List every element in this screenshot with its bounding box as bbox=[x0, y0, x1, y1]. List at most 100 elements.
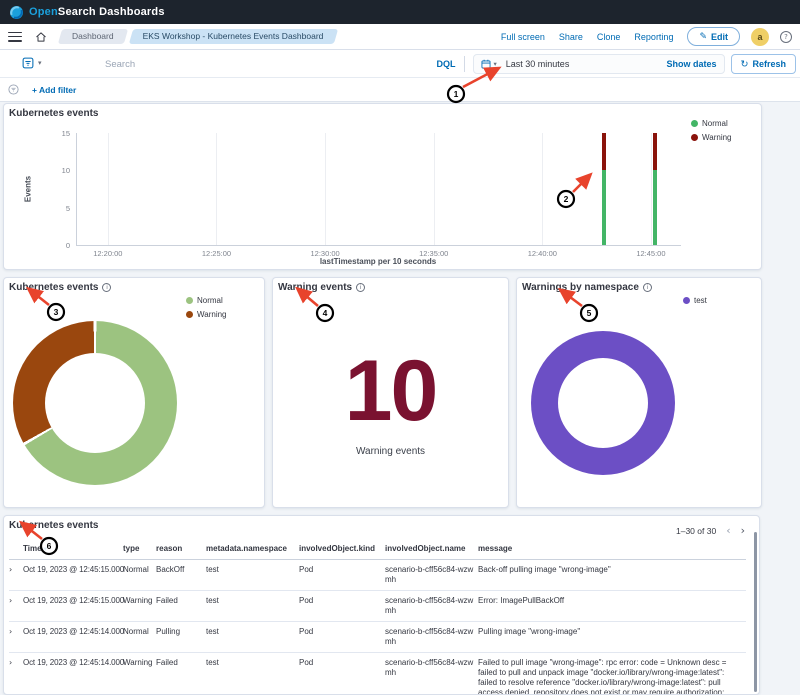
namespace-donut-chart[interactable] bbox=[531, 331, 675, 475]
panel-warning-events-metric: Warning events i 10 Warning events bbox=[272, 277, 509, 508]
table-row: ›Oct 19, 2023 @ 12:45:15.000WarningFaile… bbox=[9, 591, 746, 622]
panel-title[interactable]: Kubernetes events bbox=[9, 520, 98, 531]
calendar-icon[interactable] bbox=[481, 59, 491, 69]
menu-button[interactable] bbox=[8, 32, 22, 42]
pagination-prev-button[interactable]: ‹ bbox=[726, 526, 730, 536]
edit-button[interactable]: ✎ Edit bbox=[687, 27, 740, 46]
refresh-button[interactable]: ↻ Refresh bbox=[731, 54, 796, 74]
column-header-message[interactable]: message bbox=[478, 540, 746, 560]
scrollbar[interactable] bbox=[754, 532, 757, 692]
table-cell: test bbox=[206, 653, 299, 695]
table-cell: scenario-b-cff56c84-wzwmh bbox=[385, 622, 478, 653]
pagination-label: 1–30 of 30 bbox=[676, 526, 716, 536]
table-cell: Error: ImagePullBackOff bbox=[478, 591, 746, 622]
info-icon[interactable]: i bbox=[356, 283, 365, 292]
panel-events-table: Kubernetes events 1–30 of 30 ‹ › Time▾ty… bbox=[3, 515, 760, 695]
bar-normal[interactable] bbox=[602, 170, 606, 245]
column-header-involvedobject-kind[interactable]: involvedObject.kind bbox=[299, 540, 385, 560]
row-expand-button[interactable]: › bbox=[9, 560, 23, 591]
top-bar: OpenSearch Dashboards bbox=[0, 0, 800, 24]
nav-action-clone[interactable]: Clone bbox=[597, 32, 621, 42]
legend-item-warning[interactable]: Warning bbox=[691, 133, 732, 142]
separator bbox=[464, 56, 465, 72]
bar-normal[interactable] bbox=[653, 170, 657, 245]
help-icon: ? bbox=[784, 33, 788, 41]
bar-warning[interactable] bbox=[653, 133, 657, 170]
table-cell: Pod bbox=[299, 622, 385, 653]
breadcrumb: Dashboard EKS Workshop - Kubernetes Even… bbox=[60, 29, 340, 44]
table-cell: Normal bbox=[123, 622, 156, 653]
table-row: ›Oct 19, 2023 @ 12:45:14.000NormalPullin… bbox=[9, 622, 746, 653]
opensearch-logo-icon bbox=[10, 6, 23, 19]
pagination-next-button[interactable]: › bbox=[741, 526, 745, 536]
column-header-time[interactable]: Time▾ bbox=[23, 540, 123, 560]
panel-title[interactable]: Kubernetes events i bbox=[9, 282, 111, 293]
nav-action-reporting[interactable]: Reporting bbox=[634, 32, 673, 42]
avatar[interactable]: a bbox=[751, 28, 769, 46]
time-range-label[interactable]: Last 30 minutes bbox=[506, 59, 570, 69]
table-cell: Oct 19, 2023 @ 12:45:14.000 bbox=[23, 622, 123, 653]
help-button[interactable]: ? bbox=[780, 31, 792, 43]
legend-item-test[interactable]: test bbox=[683, 296, 707, 305]
table-cell: BackOff bbox=[156, 560, 206, 591]
saved-query-icon bbox=[22, 57, 34, 69]
legend-label: Normal bbox=[702, 119, 728, 128]
row-expand-button[interactable]: › bbox=[9, 653, 23, 695]
filter-icon[interactable] bbox=[8, 84, 19, 95]
row-expand-button[interactable]: › bbox=[9, 622, 23, 653]
y-tick-label: 5 bbox=[46, 204, 70, 213]
dql-button[interactable]: DQL bbox=[437, 59, 456, 69]
table-cell: test bbox=[206, 560, 299, 591]
panel-title[interactable]: Warnings by namespace i bbox=[522, 282, 652, 293]
legend-item-normal[interactable]: Normal bbox=[691, 119, 732, 128]
x-tick-label: 12:20:00 bbox=[83, 249, 133, 258]
breadcrumb-dashboard[interactable]: Dashboard bbox=[60, 29, 126, 44]
pie-legend: Normal Warning bbox=[186, 296, 227, 324]
pagination: 1–30 of 30 ‹ › bbox=[676, 526, 745, 536]
column-header-reason[interactable]: reason bbox=[156, 540, 206, 560]
pencil-icon: ✎ bbox=[699, 32, 707, 42]
panel-kubernetes-events-histogram: Kubernetes events 12:20:0012:25:0012:30:… bbox=[3, 103, 762, 270]
breadcrumb-current[interactable]: EKS Workshop - Kubernetes Events Dashboa… bbox=[131, 29, 336, 44]
chevron-down-icon: ▾ bbox=[38, 59, 42, 67]
home-icon bbox=[35, 31, 47, 43]
table-cell: test bbox=[206, 622, 299, 653]
metric-label: Warning events bbox=[273, 446, 508, 457]
legend-dot-normal bbox=[186, 297, 193, 304]
table-row: ›Oct 19, 2023 @ 12:45:14.000WarningFaile… bbox=[9, 653, 746, 695]
row-expand-button[interactable]: › bbox=[9, 591, 23, 622]
add-filter-button[interactable]: + Add filter bbox=[32, 85, 76, 95]
show-dates-button[interactable]: Show dates bbox=[667, 59, 717, 69]
search-input[interactable] bbox=[105, 54, 435, 74]
column-header-expand bbox=[9, 540, 23, 560]
table-cell: scenario-b-cff56c84-wzwmh bbox=[385, 591, 478, 622]
x-axis-label: lastTimestamp per 10 seconds bbox=[320, 257, 436, 266]
legend-item-normal[interactable]: Normal bbox=[186, 296, 227, 305]
info-icon[interactable]: i bbox=[643, 283, 652, 292]
column-header-type[interactable]: type bbox=[123, 540, 156, 560]
gridline bbox=[216, 133, 217, 245]
legend-dot-normal bbox=[691, 120, 698, 127]
legend-dot-warning bbox=[691, 134, 698, 141]
home-button[interactable] bbox=[35, 31, 47, 43]
chevron-down-icon[interactable]: ▾ bbox=[494, 60, 497, 68]
table-cell: Pod bbox=[299, 653, 385, 695]
column-header-metadata-namespace[interactable]: metadata.namespace bbox=[206, 540, 299, 560]
column-header-involvedobject-name[interactable]: involvedObject.name bbox=[385, 540, 478, 560]
panel-title[interactable]: Warning events i bbox=[278, 282, 365, 293]
nav-action-share[interactable]: Share bbox=[559, 32, 583, 42]
nav-action-full-screen[interactable]: Full screen bbox=[501, 32, 545, 42]
legend-label: Normal bbox=[197, 296, 223, 305]
legend-item-warning[interactable]: Warning bbox=[186, 310, 227, 319]
y-tick-label: 10 bbox=[46, 166, 70, 175]
table-cell: Pod bbox=[299, 560, 385, 591]
saved-query-button[interactable]: ▾ bbox=[22, 57, 42, 69]
info-icon[interactable]: i bbox=[102, 283, 111, 292]
y-tick-label: 15 bbox=[46, 129, 70, 138]
events-donut-chart[interactable] bbox=[13, 321, 177, 485]
legend-label: Warning bbox=[197, 310, 227, 319]
table-cell: Pulling bbox=[156, 622, 206, 653]
table-cell: Failed bbox=[156, 653, 206, 695]
filter-bar: + Add filter bbox=[0, 78, 800, 102]
bar-warning[interactable] bbox=[602, 133, 606, 170]
